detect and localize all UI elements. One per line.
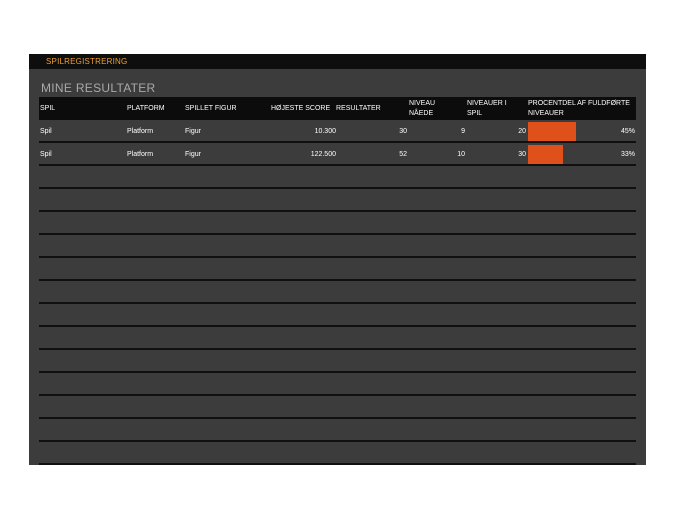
- header-figur[interactable]: SPILLET FIGUR: [185, 104, 237, 114]
- table-row[interactable]: [39, 396, 636, 419]
- header-spil[interactable]: SPIL: [40, 104, 55, 114]
- cell-procent[interactable]: 45%: [621, 127, 635, 136]
- banner: SPILREGISTRERING: [29, 54, 646, 69]
- banner-title: SPILREGISTRERING: [46, 57, 128, 66]
- page-title: MINE RESULTATER: [41, 81, 156, 95]
- header-niveauer-line1: NIVEAUER I: [467, 100, 507, 107]
- cell-niveau[interactable]: 9: [461, 127, 465, 136]
- header-procent-line1: PROCENTDEL AF FULDFØRTE: [528, 100, 630, 107]
- table-row[interactable]: [39, 350, 636, 373]
- header-platform[interactable]: PLATFORM: [127, 104, 165, 114]
- cell-spil[interactable]: Spil: [40, 127, 52, 136]
- header-procent-line2: NIVEAUER: [528, 110, 564, 117]
- cell-procent[interactable]: 33%: [621, 150, 635, 159]
- header-niveau-line1: NIVEAU: [409, 100, 436, 107]
- table-row[interactable]: [39, 304, 636, 327]
- header-resultater[interactable]: RESULTATER: [336, 104, 381, 114]
- spreadsheet-sheet: SPILREGISTRERING MINE RESULTATER SPIL PL…: [29, 54, 646, 465]
- header-score[interactable]: HØJESTE SCORE: [271, 104, 330, 114]
- table-row[interactable]: [39, 281, 636, 304]
- cell-spil[interactable]: Spil: [40, 150, 52, 159]
- percent-bar: [528, 122, 576, 141]
- header-niveauer[interactable]: NIVEAUER I SPIL: [467, 99, 507, 119]
- cell-score[interactable]: 10.300: [315, 127, 336, 136]
- table-row[interactable]: Spil Platform Figur 10.300 30 9 20 45%: [39, 120, 636, 143]
- header-procent[interactable]: PROCENTDEL AF FULDFØRTE NIVEAUER: [528, 99, 630, 119]
- cell-figur[interactable]: Figur: [185, 150, 201, 159]
- header-niveau[interactable]: NIVEAU NÅEDE: [409, 99, 435, 119]
- table-row[interactable]: [39, 373, 636, 396]
- cell-figur[interactable]: Figur: [185, 127, 201, 136]
- cell-niveauer[interactable]: 30: [518, 150, 526, 159]
- table-row[interactable]: [39, 327, 636, 350]
- percent-bar: [528, 145, 563, 164]
- cell-resultater[interactable]: 52: [399, 150, 407, 159]
- header-niveau-line2: NÅEDE: [409, 110, 434, 117]
- table-row[interactable]: Spil Platform Figur 122.500 52 10 30 33%: [39, 143, 636, 166]
- cell-niveau[interactable]: 10: [457, 150, 465, 159]
- header-niveauer-line2: SPIL: [467, 110, 483, 117]
- cell-score[interactable]: 122.500: [311, 150, 336, 159]
- cell-resultater[interactable]: 30: [399, 127, 407, 136]
- cell-platform[interactable]: Platform: [127, 150, 153, 159]
- table-row[interactable]: [39, 442, 636, 465]
- cell-niveauer[interactable]: 20: [518, 127, 526, 136]
- table-row[interactable]: [39, 189, 636, 212]
- table-row[interactable]: [39, 166, 636, 189]
- table-row[interactable]: [39, 419, 636, 442]
- table-row[interactable]: [39, 235, 636, 258]
- table-row[interactable]: [39, 212, 636, 235]
- cell-platform[interactable]: Platform: [127, 127, 153, 136]
- table-header: SPIL PLATFORM SPILLET FIGUR HØJESTE SCOR…: [39, 97, 636, 120]
- table-row[interactable]: [39, 258, 636, 281]
